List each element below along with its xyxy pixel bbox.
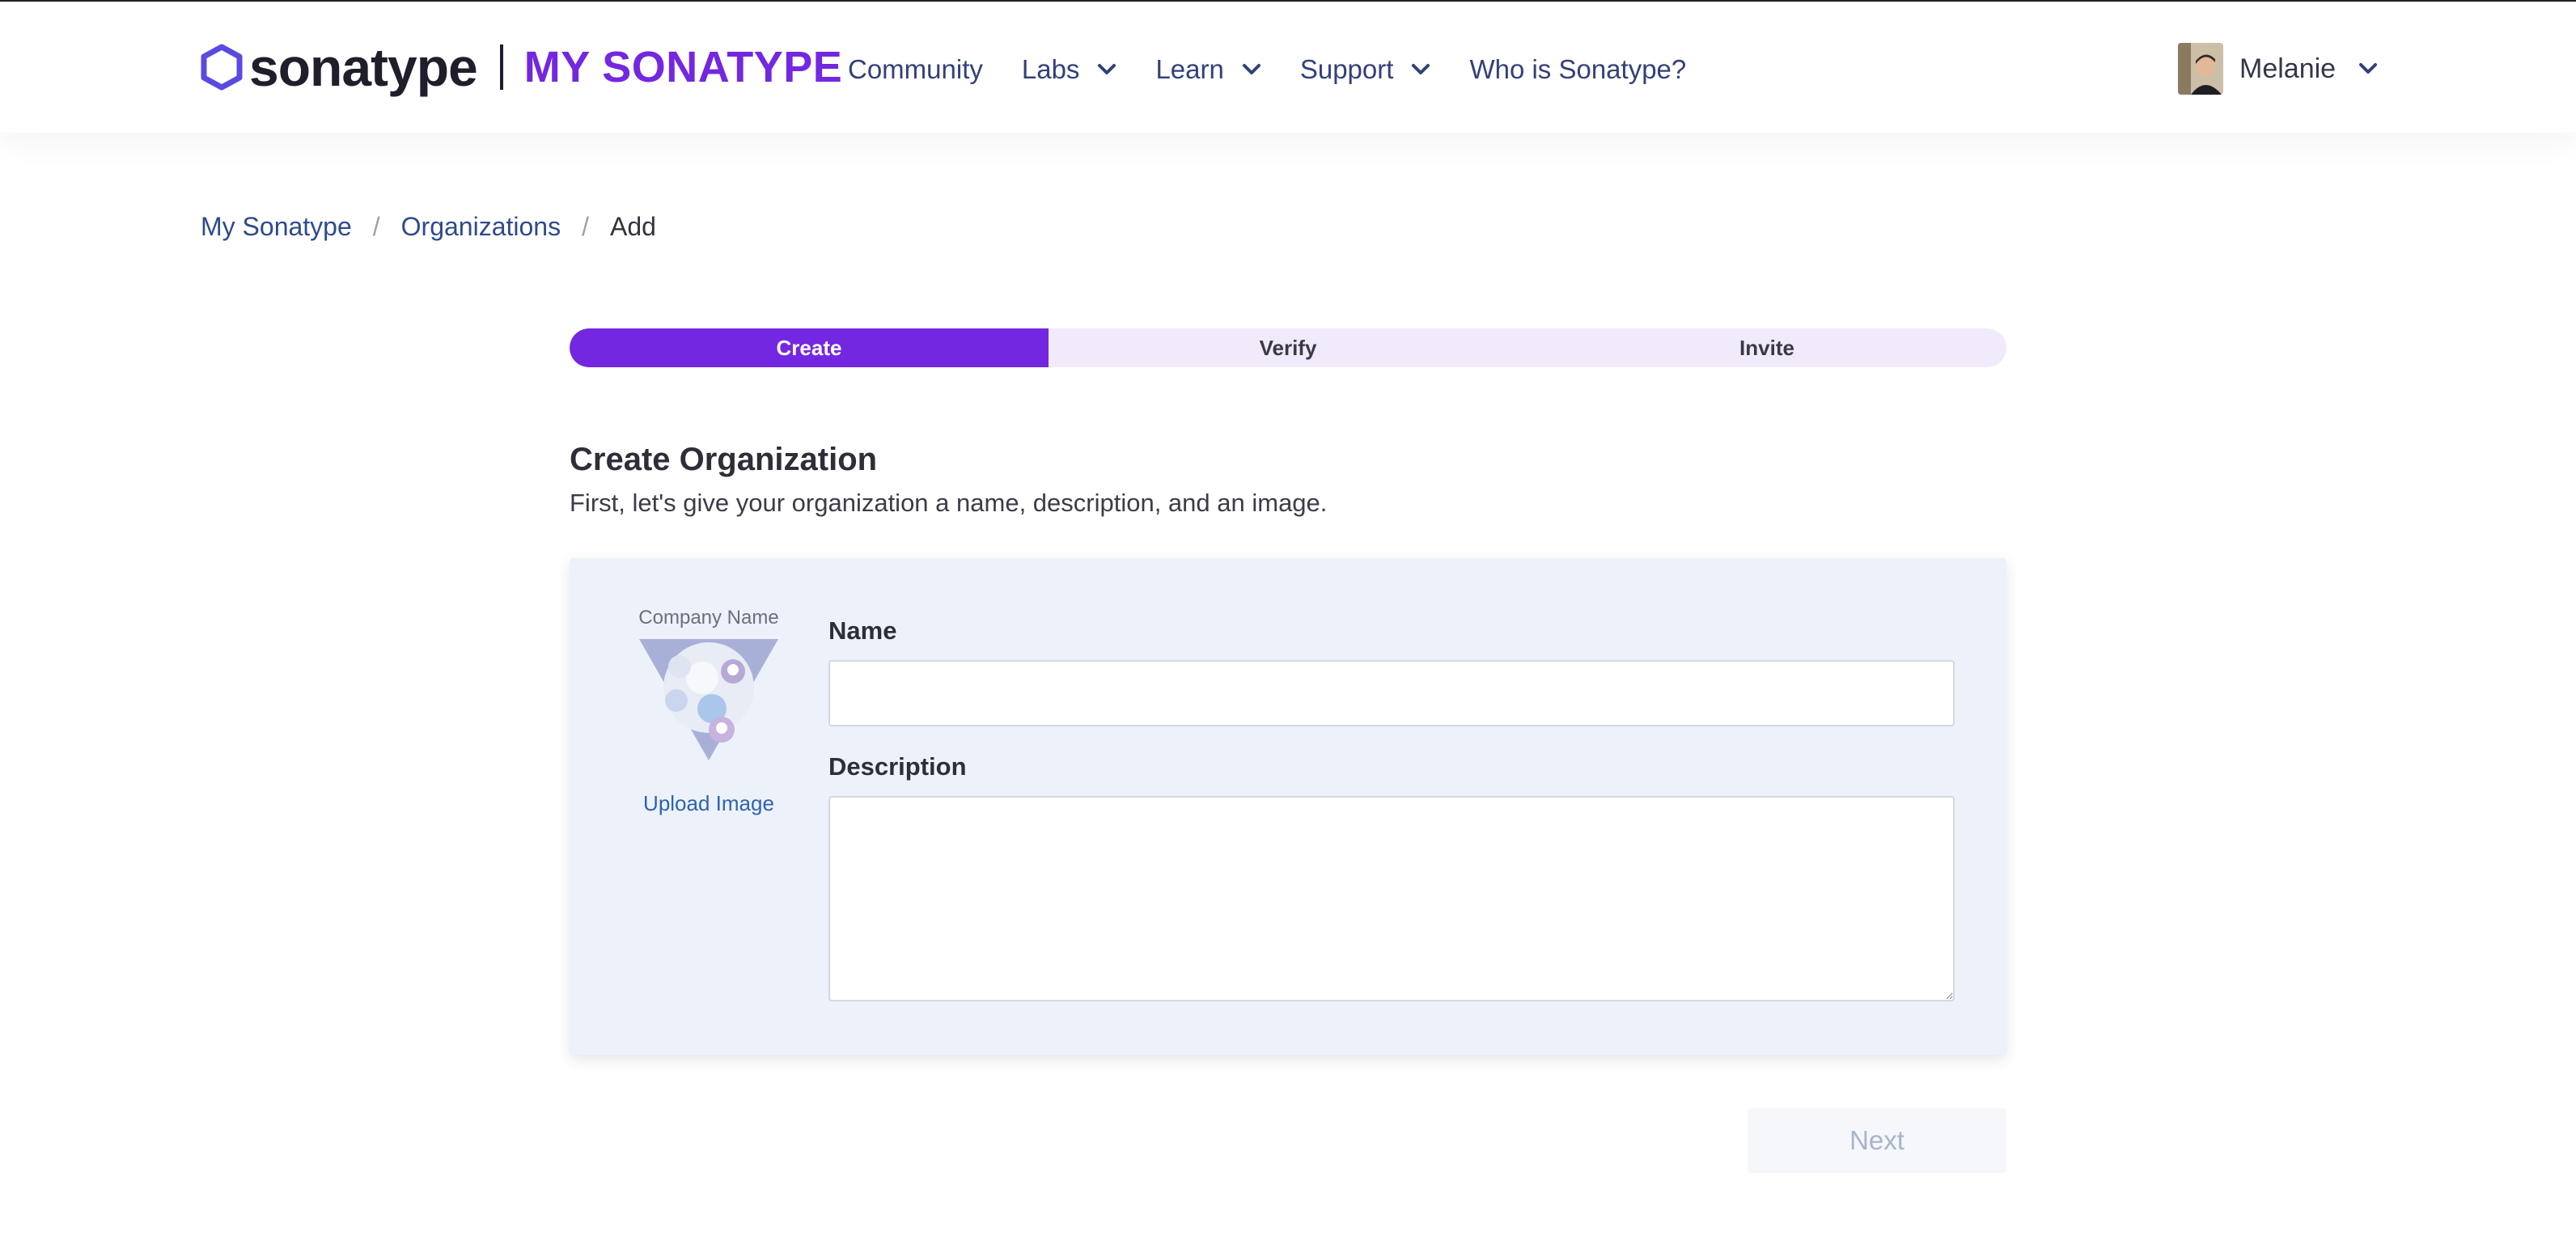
nav-item-label: Who is Sonatype? <box>1469 54 1687 84</box>
nav-item-who-is-sonatype[interactable]: Who is Sonatype? <box>1469 54 1686 85</box>
nav-item-labs[interactable]: Labs <box>1022 54 1117 85</box>
product-name: MY SONATYPE <box>523 43 843 91</box>
progress-stepper: Create Verify Invite <box>570 328 2006 367</box>
user-menu[interactable]: Melanie <box>2178 42 2378 95</box>
nav-item-learn[interactable]: Learn <box>1155 54 1260 85</box>
breadcrumb-separator: / <box>582 212 589 241</box>
chevron-down-icon <box>1242 64 1260 74</box>
description-label: Description <box>828 752 967 781</box>
step-verify: Verify <box>1259 335 1317 360</box>
chevron-down-icon <box>1412 64 1430 74</box>
breadcrumb-my-sonatype[interactable]: My Sonatype <box>201 212 352 242</box>
step-invite: Invite <box>1739 335 1794 360</box>
logo-caption: Company Name <box>638 607 779 629</box>
organization-form-card: Company Name Upload Image Name Descripti… <box>570 558 2006 1055</box>
upload-image-link[interactable]: Upload Image <box>628 791 790 816</box>
next-button[interactable]: Next <box>1748 1108 2006 1173</box>
breadcrumb-separator: / <box>372 212 380 241</box>
user-avatar-icon <box>2178 43 2223 95</box>
nav-item-support[interactable]: Support <box>1300 54 1431 85</box>
brand-logo[interactable]: sonatype MY SONATYPE <box>201 37 842 97</box>
chevron-down-icon <box>1098 64 1116 74</box>
nav-item-label: Community <box>848 54 983 84</box>
page-title: Create Organization <box>570 442 878 477</box>
description-field[interactable] <box>828 796 1955 1001</box>
breadcrumb-organizations[interactable]: Organizations <box>401 212 561 242</box>
step-create: Create <box>570 328 1049 367</box>
nav-item-label: Support <box>1299 54 1394 84</box>
nav-item-community[interactable]: Community <box>848 54 983 85</box>
chevron-down-icon <box>2359 63 2378 74</box>
main-nav: Community Labs Learn Support Who is Sona… <box>848 45 1725 94</box>
breadcrumb-current: Add <box>609 212 656 241</box>
brand-wordmark: sonatype <box>249 37 478 97</box>
logo-upload-block: Company Name Upload Image <box>628 607 790 816</box>
page-subtitle: First, let's give your organization a na… <box>570 489 1328 517</box>
name-label: Name <box>828 616 897 645</box>
user-name: Melanie <box>2239 53 2337 84</box>
avatar <box>2178 43 2223 95</box>
brand-divider <box>499 44 503 90</box>
breadcrumb: My Sonatype / Organizations / Add <box>201 212 656 242</box>
sonatype-hexagon-icon <box>201 44 243 91</box>
nav-item-label: Labs <box>1021 54 1080 84</box>
site-header: sonatype MY SONATYPE Community Labs Lear… <box>0 2 2576 133</box>
nav-item-label: Learn <box>1155 54 1224 84</box>
organization-placeholder-image-icon <box>639 639 778 760</box>
name-field[interactable] <box>828 660 1955 726</box>
